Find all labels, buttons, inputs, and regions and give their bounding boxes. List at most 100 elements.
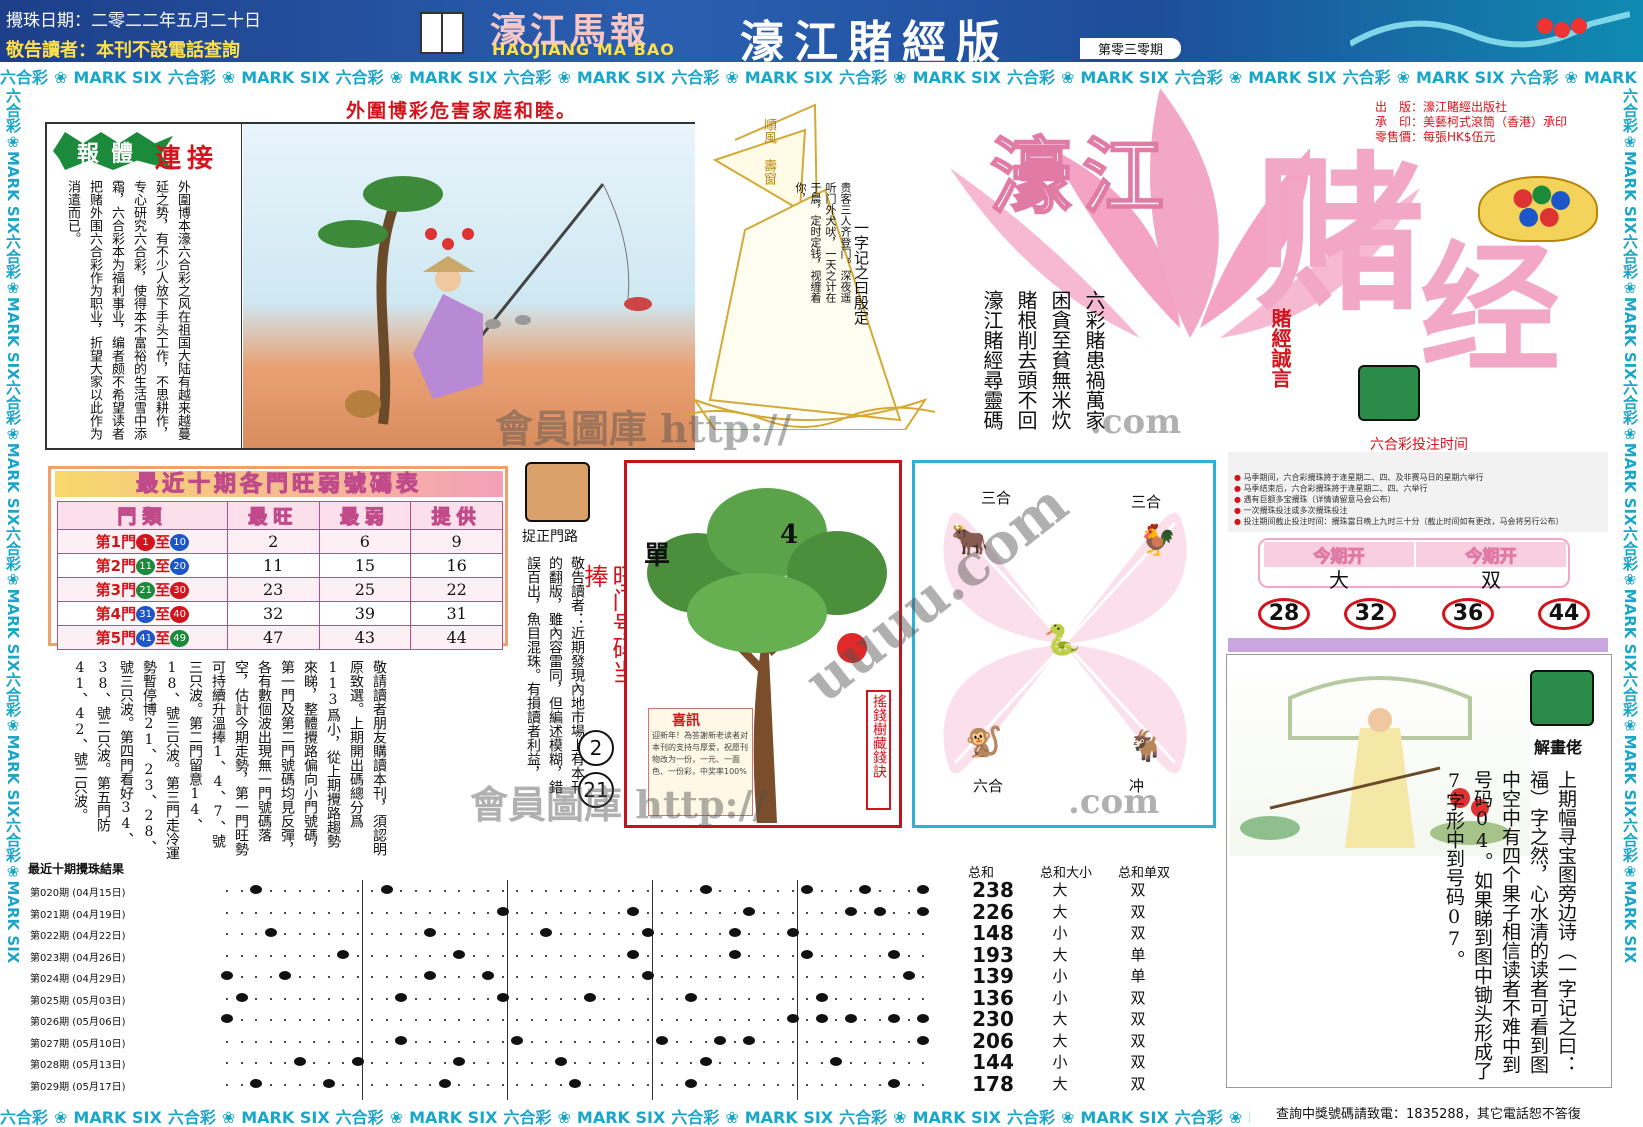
grid-dot [864, 911, 866, 914]
good-news-body: 迎新年！為答謝新老读者对本刊的支持与厚爱，祝愿刊物改为一份，一元、一面色、一份彩… [652, 731, 748, 776]
band-en: MARK SIX [744, 68, 834, 86]
grid-dot [414, 933, 417, 935]
grid-dot [907, 997, 910, 1000]
grid-dot [371, 1062, 373, 1064]
period-label: 第025期 (05月03日) [30, 995, 126, 1007]
drawn-number-mark [844, 1014, 857, 1023]
grid-dot [313, 954, 315, 957]
grid-dot [226, 954, 228, 957]
watermark: .com [1068, 782, 1160, 822]
hot-cold-row: 第2門 11 至 20 11 15 16 [57, 553, 503, 578]
grid-dot [791, 976, 794, 978]
schedule-notes: 马季期间，六合彩攪珠將于逢星期二、四、及非赛马日的星期六举行 马季结束后，六合彩… [1234, 472, 1564, 527]
grid-dot [864, 1019, 866, 1021]
ball-start: 41 [136, 630, 156, 647]
drawn-number-mark [438, 1078, 451, 1088]
grid-dot [255, 1040, 257, 1043]
printer-line: 承 印：美藝柯式滾筒（香港）承印 [1375, 115, 1568, 129]
drawn-number-mark [554, 1057, 567, 1066]
band-flower-icon: ❀ [221, 68, 236, 86]
sum-value: 193 [972, 942, 1014, 967]
band-cn: 六合彩 [1342, 68, 1391, 86]
grid-dot [226, 890, 228, 892]
grid-dot [385, 954, 388, 957]
band-flower-icon: ❀ [1621, 278, 1639, 297]
grid-dot [777, 976, 779, 978]
grid-dot [342, 976, 344, 978]
grid-dot [762, 1019, 765, 1021]
hot-cold-table-section: 最近十期各門旺弱號碼表 門類 最旺 最弱 提供 第1門 1 至 10 2 6 9 第2門 11 至… [48, 466, 508, 650]
grid-dot [864, 933, 866, 935]
grid-dot [545, 890, 547, 892]
grid-dot [385, 1040, 388, 1043]
grid-dot [545, 1083, 547, 1086]
grid-dot [849, 1083, 852, 1086]
trend-analysis: 敬請讀者朋友購讀本刊，須認明原致選。上期開出碼總分爲113爲小，從上期攪路趨勢來… [72, 660, 387, 860]
publisher-line: 出 版：濠江賭經出版社 [1375, 100, 1508, 114]
grid-dot [269, 997, 272, 1000]
brand-band-bottom: 六合彩 ❀ MARK SIX 六合彩 ❀ MARK SIX 六合彩 ❀ MARK SIX 六合彩 ❀… [0, 1104, 1250, 1126]
grid-dot [603, 976, 605, 978]
size-value: 大 [1052, 1010, 1068, 1028]
grid-dot [661, 1019, 663, 1021]
grid-dot [820, 1083, 823, 1086]
cartoon-title-b: 連接 [155, 144, 220, 174]
grid-dot [545, 911, 547, 914]
book-icon [420, 12, 464, 54]
grid-dot [719, 1083, 721, 1086]
grid-dot [806, 911, 808, 914]
grid-dot [255, 933, 257, 935]
grid-dot [632, 976, 634, 978]
grid-dot [617, 954, 620, 957]
grid-dot [501, 976, 504, 978]
grid-dot [414, 1062, 417, 1064]
grid-dot [269, 1083, 272, 1086]
hot-cold-table: 門類 最旺 最弱 提供 第1門 1 至 10 2 6 9 第2門 11 至 20 11 15 16 第3門 2… [57, 501, 503, 650]
grid-dot [226, 933, 228, 935]
band-flower-icon: ❀ [54, 1108, 68, 1126]
edition-title: 濠江賭經版 [740, 17, 1010, 68]
grid-dot [617, 890, 620, 892]
grid-dot [690, 1062, 692, 1064]
paper-logo-en: HAOJIANG MA BAO [492, 40, 675, 59]
grid-dot [748, 954, 750, 957]
this-period-box: 今期开 今期开 大 双 [1258, 538, 1570, 592]
grid-dot [733, 1040, 736, 1043]
band-en: MARK SIX [241, 1108, 330, 1126]
band-en: MARK SIX [744, 1108, 834, 1126]
grid-dot [458, 976, 460, 978]
picture-explanation: 上期幅寻宝图旁边诗（一字记之曰：福）字之然，心水清的读者可看到图中空中有四个果子… [1443, 770, 1577, 1080]
period-label: 第020期 (04月15日) [30, 888, 126, 899]
size-value: 小 [1052, 924, 1068, 942]
grid-dot [472, 1083, 475, 1086]
open-size: 大 [1329, 568, 1349, 592]
grid-dot [719, 890, 721, 892]
grid-dot [559, 911, 562, 914]
band-flower-icon: ❀ [221, 1108, 236, 1126]
grid-dot [356, 1040, 359, 1043]
band-en: MARK SIX [1621, 151, 1639, 234]
grid-dot [646, 911, 649, 914]
band-flower-icon: ❀ [1228, 68, 1243, 86]
grid-dot [777, 1062, 779, 1064]
grid-dot [385, 997, 388, 1000]
grid-dot [414, 890, 417, 892]
drawn-number-mark [279, 971, 291, 980]
grid-dot [429, 1062, 431, 1064]
grid-dot [893, 976, 895, 978]
grid-dot [559, 890, 562, 892]
divider-bar [1228, 638, 1608, 652]
parity-value: 双 [1130, 1010, 1146, 1028]
grid-dot [371, 976, 373, 978]
drawn-number-mark [293, 1057, 306, 1066]
grid-dot [820, 976, 823, 978]
gate-cell: 第4門 31 至 40 [57, 601, 228, 626]
pointing-hand-icon [1530, 670, 1594, 726]
band-en: MARK SIX [1080, 68, 1169, 86]
grid-dot [835, 1083, 837, 1086]
grid-dot [385, 933, 388, 935]
grid-dot [371, 954, 373, 957]
sum-value: 206 [972, 1028, 1014, 1053]
grid-dot [661, 911, 663, 914]
band-flower-icon: ❀ [1621, 133, 1639, 151]
